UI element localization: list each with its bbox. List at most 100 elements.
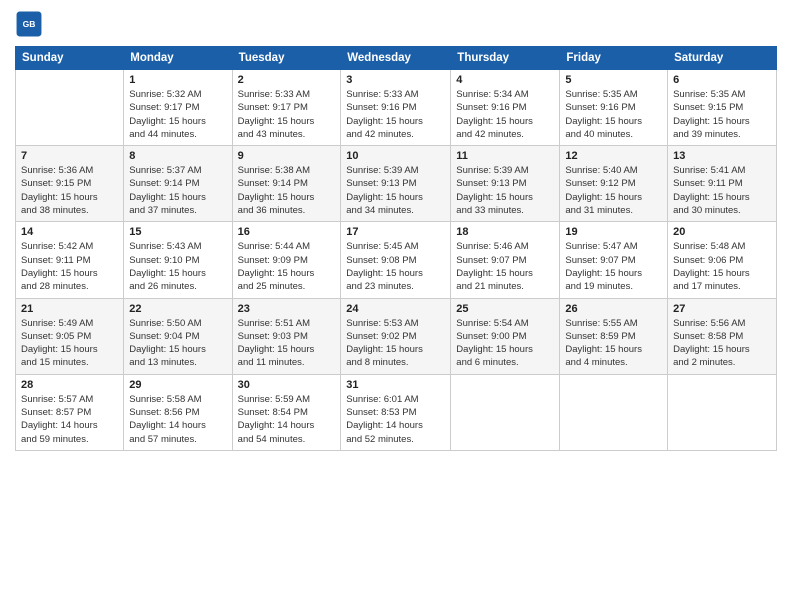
page-header: GB [15, 10, 777, 38]
day-info: Sunrise: 5:35 AMSunset: 9:16 PMDaylight:… [565, 88, 662, 141]
column-header-friday: Friday [560, 47, 668, 70]
day-info: Sunrise: 5:48 AMSunset: 9:06 PMDaylight:… [673, 240, 771, 293]
calendar-week-5: 28 Sunrise: 5:57 AMSunset: 8:57 PMDayligh… [16, 374, 777, 450]
calendar-cell: 18 Sunrise: 5:46 AMSunset: 9:07 PMDayligh… [451, 222, 560, 298]
day-info: Sunrise: 5:46 AMSunset: 9:07 PMDaylight:… [456, 240, 554, 293]
svg-text:GB: GB [23, 19, 36, 29]
calendar-cell: 7 Sunrise: 5:36 AMSunset: 9:15 PMDaylight… [16, 146, 124, 222]
day-number: 19 [565, 226, 662, 238]
calendar-cell: 17 Sunrise: 5:45 AMSunset: 9:08 PMDayligh… [341, 222, 451, 298]
calendar-cell: 13Sunrise: 5:41 AMSunset: 9:11 PMDayligh… [668, 146, 777, 222]
calendar-cell [16, 70, 124, 146]
calendar-cell: 11 Sunrise: 5:39 AMSunset: 9:13 PMDayligh… [451, 146, 560, 222]
day-number: 10 [346, 150, 445, 162]
day-info: Sunrise: 5:33 AMSunset: 9:16 PMDaylight:… [346, 88, 445, 141]
day-info: Sunrise: 5:33 AMSunset: 9:17 PMDaylight:… [238, 88, 336, 141]
day-number: 31 [346, 379, 445, 391]
calendar-cell: 8 Sunrise: 5:37 AMSunset: 9:14 PMDaylight… [124, 146, 232, 222]
calendar-cell: 5 Sunrise: 5:35 AMSunset: 9:16 PMDaylight… [560, 70, 668, 146]
day-info: Sunrise: 5:47 AMSunset: 9:07 PMDaylight:… [565, 240, 662, 293]
day-number: 24 [346, 303, 445, 315]
calendar-table: SundayMondayTuesdayWednesdayThursdayFrid… [15, 46, 777, 451]
day-number: 3 [346, 74, 445, 86]
day-number: 26 [565, 303, 662, 315]
day-info: Sunrise: 5:37 AMSunset: 9:14 PMDaylight:… [129, 164, 226, 217]
calendar-cell: 25 Sunrise: 5:54 AMSunset: 9:00 PMDayligh… [451, 298, 560, 374]
calendar-cell: 10 Sunrise: 5:39 AMSunset: 9:13 PMDayligh… [341, 146, 451, 222]
calendar-cell: 2 Sunrise: 5:33 AMSunset: 9:17 PMDaylight… [232, 70, 341, 146]
day-number: 30 [238, 379, 336, 391]
calendar-cell [560, 374, 668, 450]
day-info: Sunrise: 5:51 AMSunset: 9:03 PMDaylight:… [238, 317, 336, 370]
day-info: Sunrise: 5:42 AMSunset: 9:11 PMDaylight:… [21, 240, 118, 293]
calendar-cell: 28 Sunrise: 5:57 AMSunset: 8:57 PMDayligh… [16, 374, 124, 450]
calendar-cell: 21Sunrise: 5:49 AMSunset: 9:05 PMDayligh… [16, 298, 124, 374]
day-info: Sunrise: 5:50 AMSunset: 9:04 PMDaylight:… [129, 317, 226, 370]
day-info: Sunrise: 5:36 AMSunset: 9:15 PMDaylight:… [21, 164, 118, 217]
calendar-cell: 22 Sunrise: 5:50 AMSunset: 9:04 PMDayligh… [124, 298, 232, 374]
day-info: Sunrise: 5:40 AMSunset: 9:12 PMDaylight:… [565, 164, 662, 217]
day-number: 22 [129, 303, 226, 315]
day-number: 1 [129, 74, 226, 86]
day-number: 2 [238, 74, 336, 86]
day-info: Sunrise: 5:35 AMSunset: 9:15 PMDaylight:… [673, 88, 771, 141]
day-number: 13 [673, 150, 771, 162]
day-number: 7 [21, 150, 118, 162]
calendar-cell: 27 Sunrise: 5:56 AMSunset: 8:58 PMDayligh… [668, 298, 777, 374]
logo: GB [15, 10, 47, 38]
calendar-page: GB SundayMondayTuesdayWednesdayThursdayF… [0, 0, 792, 612]
calendar-cell: 3 Sunrise: 5:33 AMSunset: 9:16 PMDaylight… [341, 70, 451, 146]
calendar-cell: 24 Sunrise: 5:53 AMSunset: 9:02 PMDayligh… [341, 298, 451, 374]
day-info: Sunrise: 5:59 AMSunset: 8:54 PMDaylight:… [238, 393, 336, 446]
calendar-cell: 31 Sunrise: 6:01 AMSunset: 8:53 PMDayligh… [341, 374, 451, 450]
day-info: Sunrise: 6:01 AMSunset: 8:53 PMDaylight:… [346, 393, 445, 446]
calendar-cell [451, 374, 560, 450]
calendar-cell [668, 374, 777, 450]
day-info: Sunrise: 5:56 AMSunset: 8:58 PMDaylight:… [673, 317, 771, 370]
day-number: 5 [565, 74, 662, 86]
calendar-cell: 20 Sunrise: 5:48 AMSunset: 9:06 PMDayligh… [668, 222, 777, 298]
calendar-cell: 30 Sunrise: 5:59 AMSunset: 8:54 PMDayligh… [232, 374, 341, 450]
day-info: Sunrise: 5:34 AMSunset: 9:16 PMDaylight:… [456, 88, 554, 141]
calendar-week-3: 14Sunrise: 5:42 AMSunset: 9:11 PMDayligh… [16, 222, 777, 298]
column-header-wednesday: Wednesday [341, 47, 451, 70]
day-info: Sunrise: 5:45 AMSunset: 9:08 PMDaylight:… [346, 240, 445, 293]
calendar-cell: 1 Sunrise: 5:32 AMSunset: 9:17 PMDaylight… [124, 70, 232, 146]
day-number: 29 [129, 379, 226, 391]
day-info: Sunrise: 5:55 AMSunset: 8:59 PMDaylight:… [565, 317, 662, 370]
day-info: Sunrise: 5:53 AMSunset: 9:02 PMDaylight:… [346, 317, 445, 370]
day-number: 17 [346, 226, 445, 238]
calendar-cell: 12Sunrise: 5:40 AMSunset: 9:12 PMDayligh… [560, 146, 668, 222]
calendar-body: 1 Sunrise: 5:32 AMSunset: 9:17 PMDaylight… [16, 70, 777, 451]
calendar-cell: 9Sunrise: 5:38 AMSunset: 9:14 PMDaylight… [232, 146, 341, 222]
day-info: Sunrise: 5:58 AMSunset: 8:56 PMDaylight:… [129, 393, 226, 446]
day-info: Sunrise: 5:57 AMSunset: 8:57 PMDaylight:… [21, 393, 118, 446]
column-header-thursday: Thursday [451, 47, 560, 70]
header-row: SundayMondayTuesdayWednesdayThursdayFrid… [16, 47, 777, 70]
day-number: 25 [456, 303, 554, 315]
calendar-cell: 16 Sunrise: 5:44 AMSunset: 9:09 PMDayligh… [232, 222, 341, 298]
day-number: 8 [129, 150, 226, 162]
day-info: Sunrise: 5:39 AMSunset: 9:13 PMDaylight:… [346, 164, 445, 217]
day-info: Sunrise: 5:39 AMSunset: 9:13 PMDaylight:… [456, 164, 554, 217]
day-number: 20 [673, 226, 771, 238]
day-number: 16 [238, 226, 336, 238]
day-number: 23 [238, 303, 336, 315]
day-info: Sunrise: 5:32 AMSunset: 9:17 PMDaylight:… [129, 88, 226, 141]
day-info: Sunrise: 5:54 AMSunset: 9:00 PMDaylight:… [456, 317, 554, 370]
day-number: 27 [673, 303, 771, 315]
day-number: 18 [456, 226, 554, 238]
calendar-cell: 14Sunrise: 5:42 AMSunset: 9:11 PMDayligh… [16, 222, 124, 298]
day-number: 28 [21, 379, 118, 391]
calendar-header: SundayMondayTuesdayWednesdayThursdayFrid… [16, 47, 777, 70]
column-header-sunday: Sunday [16, 47, 124, 70]
calendar-cell: 4 Sunrise: 5:34 AMSunset: 9:16 PMDaylight… [451, 70, 560, 146]
logo-icon: GB [15, 10, 43, 38]
day-number: 4 [456, 74, 554, 86]
day-number: 6 [673, 74, 771, 86]
day-number: 11 [456, 150, 554, 162]
day-info: Sunrise: 5:44 AMSunset: 9:09 PMDaylight:… [238, 240, 336, 293]
day-info: Sunrise: 5:43 AMSunset: 9:10 PMDaylight:… [129, 240, 226, 293]
column-header-saturday: Saturday [668, 47, 777, 70]
day-number: 9 [238, 150, 336, 162]
